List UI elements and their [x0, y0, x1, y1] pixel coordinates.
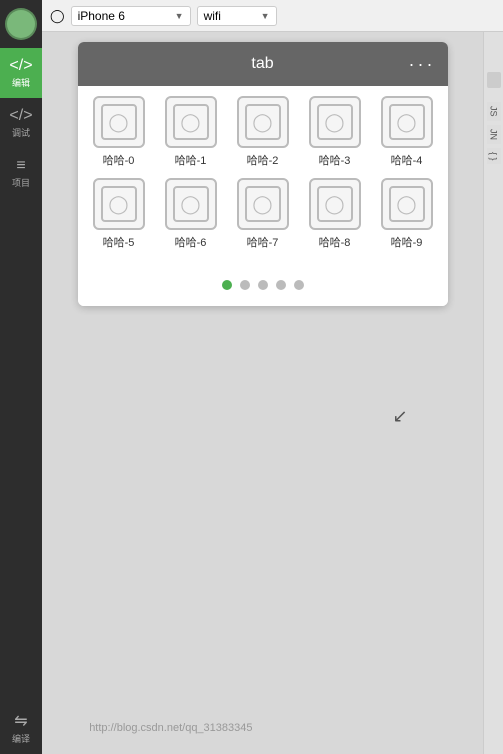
grid-img-inner-5: ◯	[101, 186, 137, 222]
device-selector[interactable]: iPhone 6 ▼	[71, 6, 191, 26]
grid-item-8: ◯ 哈哈-8	[303, 178, 367, 250]
sidebar-item-debug[interactable]: </> 调试	[0, 98, 42, 148]
grid-item-2: ◯ 哈哈-2	[231, 96, 295, 168]
grid-img-9: ◯	[381, 178, 433, 230]
cursor-indicator: ↙	[393, 406, 408, 427]
watermark: http://blog.csdn.net/qq_31383345	[89, 722, 252, 734]
right-panel-jn[interactable]: JN	[487, 125, 501, 144]
grid-label-0: 哈哈-0	[103, 152, 135, 168]
pagination-dot-0[interactable]	[222, 280, 232, 290]
grid-label-6: 哈哈-6	[175, 234, 207, 250]
grid-item-7: ◯ 哈哈-7	[231, 178, 295, 250]
right-panel-braces[interactable]: { }	[487, 148, 501, 165]
grid-img-inner-4: ◯	[389, 104, 425, 140]
grid-label-2: 哈哈-2	[247, 152, 279, 168]
grid-img-inner-3: ◯	[317, 104, 353, 140]
wifi-label: wifi	[204, 9, 221, 23]
grid-label-9: 哈哈-9	[391, 234, 423, 250]
grid-row-0: ◯ 哈哈-0 ◯ 哈哈-1 ◯	[83, 96, 443, 168]
grid-img-inner-9: ◯	[389, 186, 425, 222]
grid-item-1: ◯ 哈哈-1	[159, 96, 223, 168]
grid-img-5: ◯	[93, 178, 145, 230]
grid-img-2: ◯	[237, 96, 289, 148]
debug-icon: </>	[9, 108, 32, 124]
sidebar-item-project[interactable]: ≡ 项目	[0, 148, 42, 198]
wifi-chevron-icon: ▼	[261, 11, 270, 21]
grid-label-7: 哈哈-7	[247, 234, 279, 250]
phone-icon: ◯	[50, 8, 65, 24]
grid-item-5: ◯ 哈哈-5	[87, 178, 151, 250]
grid-label-1: 哈哈-1	[175, 152, 207, 168]
grid-img-6: ◯	[165, 178, 217, 230]
device-name: iPhone 6	[78, 9, 125, 23]
grid-label-4: 哈哈-4	[391, 152, 423, 168]
tab-title: tab	[251, 55, 273, 73]
grid-img-inner-1: ◯	[173, 104, 209, 140]
grid-item-0: ◯ 哈哈-0	[87, 96, 151, 168]
grid-img-8: ◯	[309, 178, 361, 230]
pagination-dot-4[interactable]	[294, 280, 304, 290]
tab-header: tab ···	[78, 42, 448, 86]
right-panel-js[interactable]: JS	[487, 102, 501, 121]
left-toolbar: </> 编辑 </> 调试 ≡ 项目 ⇋ 编译	[0, 0, 42, 754]
grid-item-4: ◯ 哈哈-4	[375, 96, 439, 168]
grid-img-inner-6: ◯	[173, 186, 209, 222]
sidebar-item-editor[interactable]: </> 编辑	[0, 48, 42, 98]
project-icon: ≡	[16, 158, 25, 174]
grid-img-inner-8: ◯	[317, 186, 353, 222]
sidebar-label-project: 项目	[12, 176, 30, 189]
grid-label-5: 哈哈-5	[103, 234, 135, 250]
grid-item-3: ◯ 哈哈-3	[303, 96, 367, 168]
avatar	[5, 8, 37, 40]
grid-img-0: ◯	[93, 96, 145, 148]
grid-row-1: ◯ 哈哈-5 ◯ 哈哈-6 ◯	[83, 178, 443, 250]
grid-page: ◯ 哈哈-0 ◯ 哈哈-1 ◯	[78, 86, 448, 270]
grid-img-inner-7: ◯	[245, 186, 281, 222]
grid-label-3: 哈哈-3	[319, 152, 351, 168]
simulator-wrap: tab ··· ◯ 哈哈-0	[42, 32, 483, 754]
sidebar-label-debug: 调试	[12, 126, 30, 139]
right-arrow-icon[interactable]	[487, 72, 501, 88]
sidebar-label-compile: 编译	[12, 732, 30, 745]
grid-img-inner-0: ◯	[101, 104, 137, 140]
right-side-panel: JS JN { }	[483, 32, 503, 754]
pagination-dot-2[interactable]	[258, 280, 268, 290]
tab-dots: ···	[409, 54, 436, 75]
sidebar-label-editor: 编辑	[12, 76, 30, 89]
grid-label-8: 哈哈-8	[319, 234, 351, 250]
grid-item-9: ◯ 哈哈-9	[375, 178, 439, 250]
grid-img-inner-2: ◯	[245, 104, 281, 140]
top-bar: ◯ iPhone 6 ▼ wifi ▼	[42, 0, 503, 32]
pagination-dot-3[interactable]	[276, 280, 286, 290]
right-panels: tab ··· ◯ 哈哈-0	[42, 32, 503, 754]
wifi-selector[interactable]: wifi ▼	[197, 6, 277, 26]
phone-frame: tab ··· ◯ 哈哈-0	[78, 42, 448, 306]
compile-icon: ⇋	[14, 714, 27, 730]
grid-img-4: ◯	[381, 96, 433, 148]
main-area: ◯ iPhone 6 ▼ wifi ▼ tab ···	[42, 0, 503, 754]
pagination	[78, 270, 448, 306]
pagination-dot-1[interactable]	[240, 280, 250, 290]
grid-img-1: ◯	[165, 96, 217, 148]
code-icon: </>	[9, 58, 32, 74]
device-chevron-icon: ▼	[175, 11, 184, 21]
grid-img-7: ◯	[237, 178, 289, 230]
sidebar-item-compile[interactable]: ⇋ 编译	[0, 704, 42, 754]
grid-img-3: ◯	[309, 96, 361, 148]
grid-item-6: ◯ 哈哈-6	[159, 178, 223, 250]
